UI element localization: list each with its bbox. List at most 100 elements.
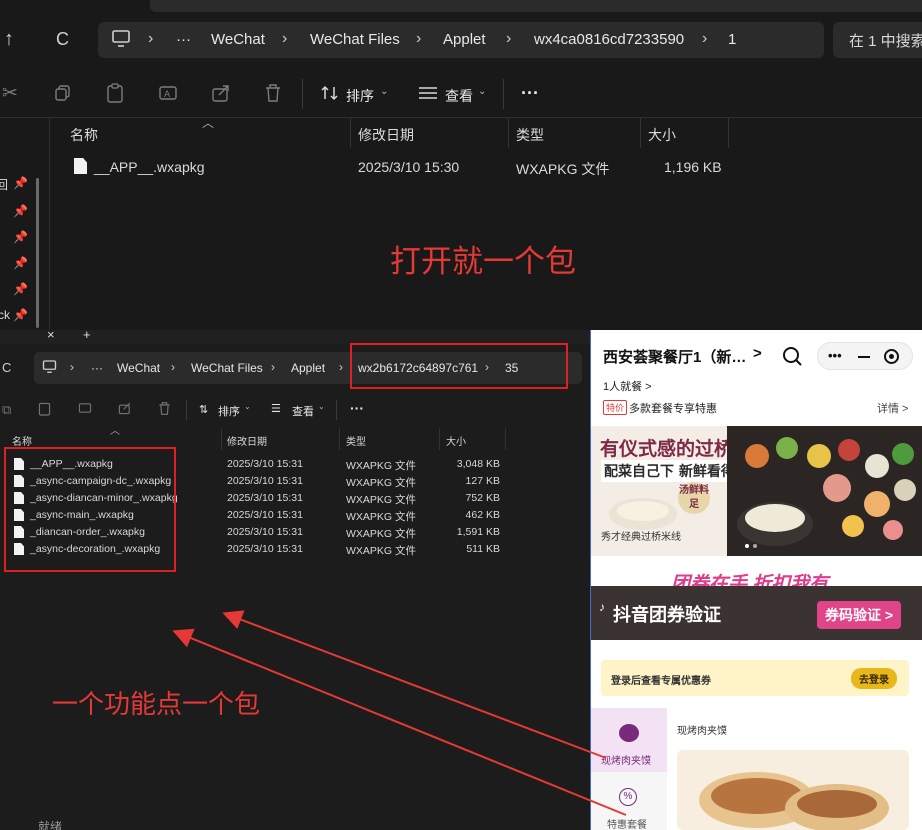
file-date: 2025/3/10 15:31	[227, 492, 303, 504]
pin-icon: 📌	[13, 256, 28, 270]
tab-close-icon[interactable]: ×	[47, 327, 55, 342]
file-date: 2025/3/10 15:31	[227, 475, 303, 487]
address-bar[interactable]: › ··· WeChat › WeChat Files › Applet › w…	[98, 22, 824, 58]
chevron-down-icon: ⌄	[244, 402, 251, 411]
column-size[interactable]: 大小	[648, 125, 676, 145]
share-icon[interactable]	[211, 83, 231, 108]
banner-caption: 秀才经典过桥米线	[601, 532, 681, 543]
nav-item-label[interactable]: 回	[0, 176, 8, 193]
column-name[interactable]: 名称	[12, 433, 32, 448]
refresh-icon[interactable]: C	[56, 29, 69, 50]
nav-up-icon[interactable]: ↑	[4, 28, 14, 51]
file-type: WXAPKG 文件	[346, 494, 417, 506]
breadcrumb-more[interactable]: ···	[91, 361, 103, 375]
roujiamo-product-image[interactable]	[677, 750, 909, 830]
file-date: 2025/3/10 15:31	[227, 526, 303, 538]
category-item-active[interactable]: 现烤肉夹馍	[591, 708, 667, 772]
breadcrumb-folder[interactable]: 1	[728, 31, 736, 48]
file-date: 2025/3/10 15:31	[227, 509, 303, 521]
paste-icon[interactable]	[106, 83, 124, 108]
file-type: WXAPKG 文件	[346, 528, 417, 540]
view-button[interactable]: 查看	[292, 403, 314, 419]
more-dots-icon[interactable]: •••	[828, 348, 842, 363]
chevron-right-icon: ›	[70, 360, 74, 374]
column-divider	[339, 428, 340, 450]
file-date: 2025/3/10 15:30	[358, 159, 460, 175]
capsule-menu: •••	[817, 342, 913, 370]
carousel-dot[interactable]	[745, 544, 749, 548]
sort-up-icon: ︿	[202, 116, 215, 130]
computer-icon	[42, 360, 57, 379]
login-bar: 登录后查看专属优惠券 去登录	[601, 660, 909, 696]
login-button[interactable]: 去登录	[851, 668, 897, 689]
delete-icon[interactable]	[158, 401, 171, 421]
more-options-button[interactable]: ···	[521, 83, 539, 104]
more-options-button[interactable]: ···	[350, 400, 364, 416]
new-tab-button[interactable]: +	[83, 327, 91, 342]
search-icon[interactable]	[781, 345, 803, 372]
chevron-down-icon: ⌄	[380, 86, 389, 97]
breadcrumb-more[interactable]: ···	[176, 31, 191, 48]
breadcrumb-wechat-files[interactable]: WeChat Files	[310, 31, 400, 48]
rename-icon[interactable]: A	[158, 83, 178, 108]
coupon-verify-button[interactable]: 券码验证 >	[817, 601, 902, 629]
paste-icon[interactable]	[38, 401, 51, 421]
chevron-down-icon: ⌄	[478, 86, 487, 97]
breadcrumb-applet[interactable]: Applet	[291, 361, 325, 375]
douyin-promo[interactable]: 团券在手 折扣我有 ♪ 抖音团券验证 券码验证 >	[591, 566, 922, 646]
file-type: WXAPKG 文件	[346, 511, 417, 523]
copy-icon[interactable]	[54, 84, 72, 107]
promo-line: 多款套餐专享特惠	[629, 403, 717, 415]
rename-icon[interactable]	[78, 401, 92, 420]
column-size[interactable]: 大小	[446, 433, 466, 448]
sale-tag: 特价	[603, 400, 628, 415]
chevron-right-icon: ›	[148, 30, 154, 47]
file-size: 127 KB	[465, 475, 500, 487]
cut-icon[interactable]: ✂	[2, 82, 18, 105]
search-input[interactable]: 在 1 中搜索	[833, 22, 922, 58]
breadcrumb-appid[interactable]: wx4ca0816cd7233590	[534, 31, 684, 48]
share-icon[interactable]	[118, 401, 132, 420]
breadcrumb-applet[interactable]: Applet	[443, 31, 486, 48]
refresh-icon[interactable]: C	[2, 360, 11, 375]
copy-icon[interactable]: ⧉	[2, 402, 11, 418]
file-size: 1,196 KB	[664, 159, 722, 175]
details-link[interactable]: 详情 >	[877, 400, 908, 416]
file-row[interactable]: __APP__.wxapkg 2025/3/10 15:30 WXAPKG 文件…	[50, 152, 770, 180]
discount-icon: %	[619, 788, 637, 806]
pin-icon: 📌	[13, 308, 28, 322]
column-date[interactable]: 修改日期	[358, 125, 414, 145]
sort-button[interactable]: 排序	[218, 403, 240, 419]
breadcrumb-wechat-files[interactable]: WeChat Files	[191, 361, 263, 375]
breadcrumb-wechat[interactable]: WeChat	[117, 361, 160, 375]
sort-button[interactable]: 排序	[346, 86, 374, 106]
chevron-right-icon: ›	[702, 30, 708, 47]
close-icon[interactable]	[884, 349, 899, 364]
title-chevron-icon: >	[753, 345, 762, 362]
breadcrumb-wechat[interactable]: WeChat	[211, 31, 265, 48]
carousel-dot[interactable]	[753, 544, 757, 548]
pin-icon: 📌	[13, 204, 28, 218]
party-size[interactable]: 1人就餐 >	[603, 378, 652, 394]
scrollbar[interactable]	[36, 178, 39, 328]
minimize-icon[interactable]	[858, 356, 870, 358]
nav-item-label[interactable]: ck	[0, 308, 10, 322]
category-label[interactable]: 特惠套餐	[607, 816, 647, 830]
promo-banner[interactable]: 有仪式感的过桥米线 配菜自己下 新鲜看得见 汤鲜料足 秀才经典过桥米线	[591, 426, 922, 556]
file-type: WXAPKG 文件	[346, 460, 417, 472]
column-name[interactable]: 名称	[70, 125, 98, 145]
delete-icon[interactable]	[264, 83, 282, 108]
toolbar-divider	[186, 400, 187, 420]
svg-text:A: A	[164, 90, 171, 100]
chevron-right-icon: ›	[171, 360, 175, 374]
column-date[interactable]: 修改日期	[227, 433, 267, 448]
restaurant-title[interactable]: 西安荟聚餐厅1（新…	[603, 346, 746, 367]
highlight-box-files	[4, 447, 176, 572]
column-type[interactable]: 类型	[516, 125, 544, 145]
view-button[interactable]: 查看	[445, 86, 473, 106]
computer-icon	[111, 30, 131, 53]
file-name: __APP__.wxapkg	[94, 159, 205, 175]
column-type[interactable]: 类型	[346, 433, 366, 448]
file-type: WXAPKG 文件	[346, 477, 417, 489]
sort-icon: ⇅	[199, 404, 209, 416]
